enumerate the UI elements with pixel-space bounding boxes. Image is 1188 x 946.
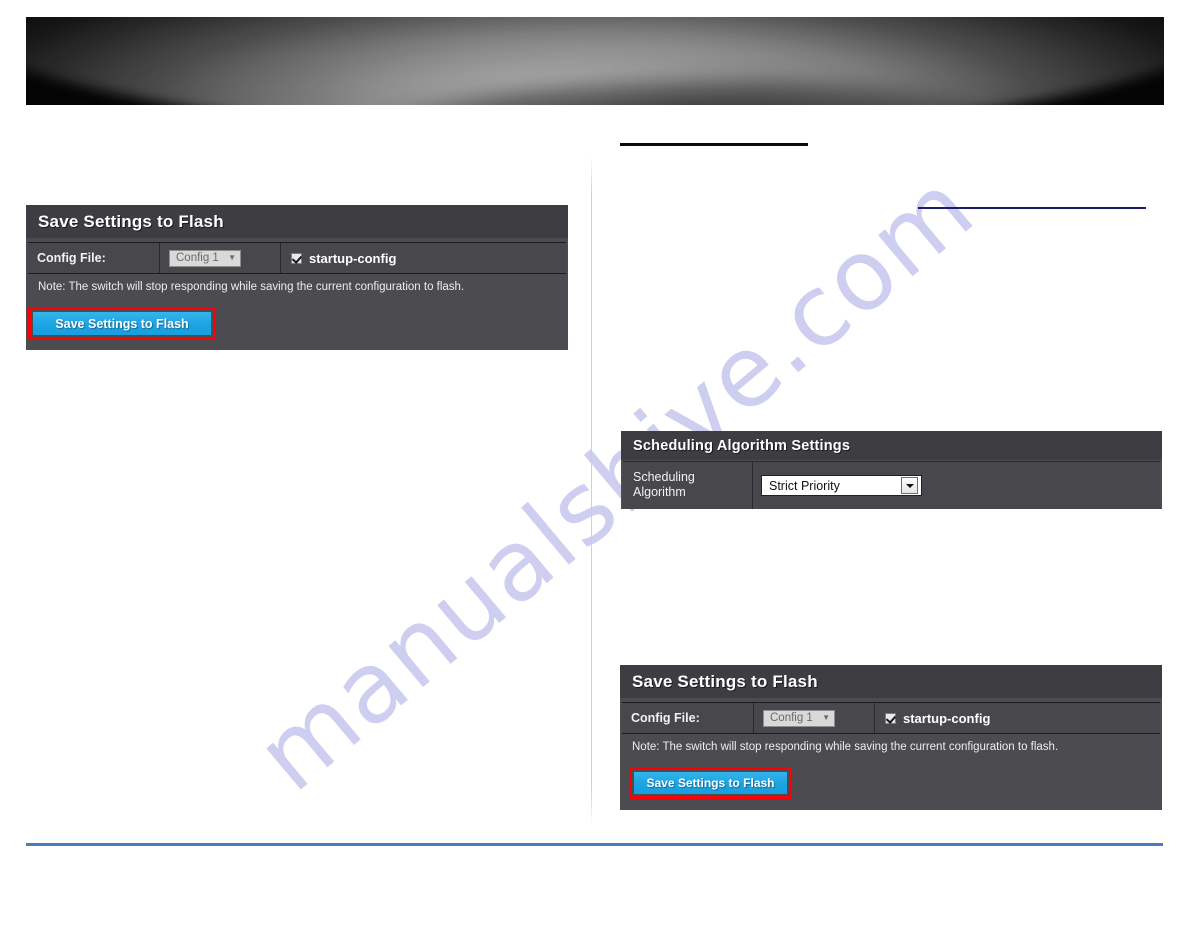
left-config-file-label-cell: Config File: xyxy=(28,243,160,273)
scheduling-algorithm-label-cell: Scheduling Algorithm xyxy=(623,462,753,509)
right-save-settings-panel: Save Settings to Flash Config File: Conf… xyxy=(620,665,1162,810)
right-config-file-label-cell: Config File: xyxy=(622,703,754,733)
right-save-panel-title: Save Settings to Flash xyxy=(632,671,818,691)
left-save-settings-panel: Save Settings to Flash Config File: Conf… xyxy=(26,205,568,350)
right-save-panel-header: Save Settings to Flash xyxy=(620,665,1162,698)
right-save-settings-button[interactable]: Save Settings to Flash xyxy=(634,772,787,794)
left-save-button-label: Save Settings to Flash xyxy=(55,316,189,331)
right-config-file-label: Config File: xyxy=(631,711,700,725)
left-save-panel-header: Save Settings to Flash xyxy=(26,205,568,238)
column-divider xyxy=(591,155,592,827)
scheduling-algorithm-label-line2: Algorithm xyxy=(633,485,686,499)
config-file-select-value: Config 1 xyxy=(770,712,813,724)
scheduling-algorithm-panel: Scheduling Algorithm Settings Scheduling… xyxy=(621,431,1162,509)
chevron-down-icon: ▼ xyxy=(228,253,236,262)
chevron-down-icon: ▼ xyxy=(822,713,830,722)
scheduling-panel-header: Scheduling Algorithm Settings xyxy=(621,431,1162,460)
right-startup-config-cell: startup-config xyxy=(875,703,1160,733)
startup-config-label: startup-config xyxy=(903,710,991,726)
right-config-file-row: Config File: Config 1 ▼ startup-config xyxy=(622,702,1160,734)
left-startup-config-cell: startup-config xyxy=(281,243,566,273)
right-config-file-value-cell: Config 1 ▼ xyxy=(754,703,875,733)
scheduling-algorithm-value-cell: Strict Priority xyxy=(753,462,1160,509)
left-save-panel-title: Save Settings to Flash xyxy=(38,211,224,231)
right-save-button-label: Save Settings to Flash xyxy=(646,776,775,790)
section-rule-top-right xyxy=(918,207,1146,209)
footer-rule xyxy=(26,843,1163,846)
config-file-select-value: Config 1 xyxy=(176,252,219,264)
scheduling-algorithm-label-line1: Scheduling xyxy=(633,470,695,484)
config-file-select[interactable]: Config 1 ▼ xyxy=(763,709,835,727)
left-config-file-row: Config File: Config 1 ▼ startup-config xyxy=(28,242,566,274)
page-header-banner xyxy=(26,17,1164,105)
startup-config-checkbox[interactable] xyxy=(291,252,302,264)
left-save-settings-button[interactable]: Save Settings to Flash xyxy=(33,312,211,335)
left-config-file-label: Config File: xyxy=(37,251,106,265)
scheduling-algorithm-selected-value: Strict Priority xyxy=(769,478,840,493)
left-save-panel-note: Note: The switch will stop responding wh… xyxy=(38,281,465,293)
dropdown-arrow-icon[interactable] xyxy=(901,477,918,494)
left-config-file-value-cell: Config 1 ▼ xyxy=(160,243,281,273)
startup-config-label: startup-config xyxy=(309,250,397,266)
startup-config-checkbox[interactable] xyxy=(885,712,896,724)
scheduling-algorithm-row: Scheduling Algorithm Strict Priority xyxy=(623,461,1160,509)
scheduling-algorithm-select[interactable]: Strict Priority xyxy=(761,475,922,496)
right-save-panel-note: Note: The switch will stop responding wh… xyxy=(632,741,1059,753)
config-file-select[interactable]: Config 1 ▼ xyxy=(169,249,241,267)
scheduling-panel-title: Scheduling Algorithm Settings xyxy=(633,437,851,454)
section-rule-top-left xyxy=(620,143,808,146)
